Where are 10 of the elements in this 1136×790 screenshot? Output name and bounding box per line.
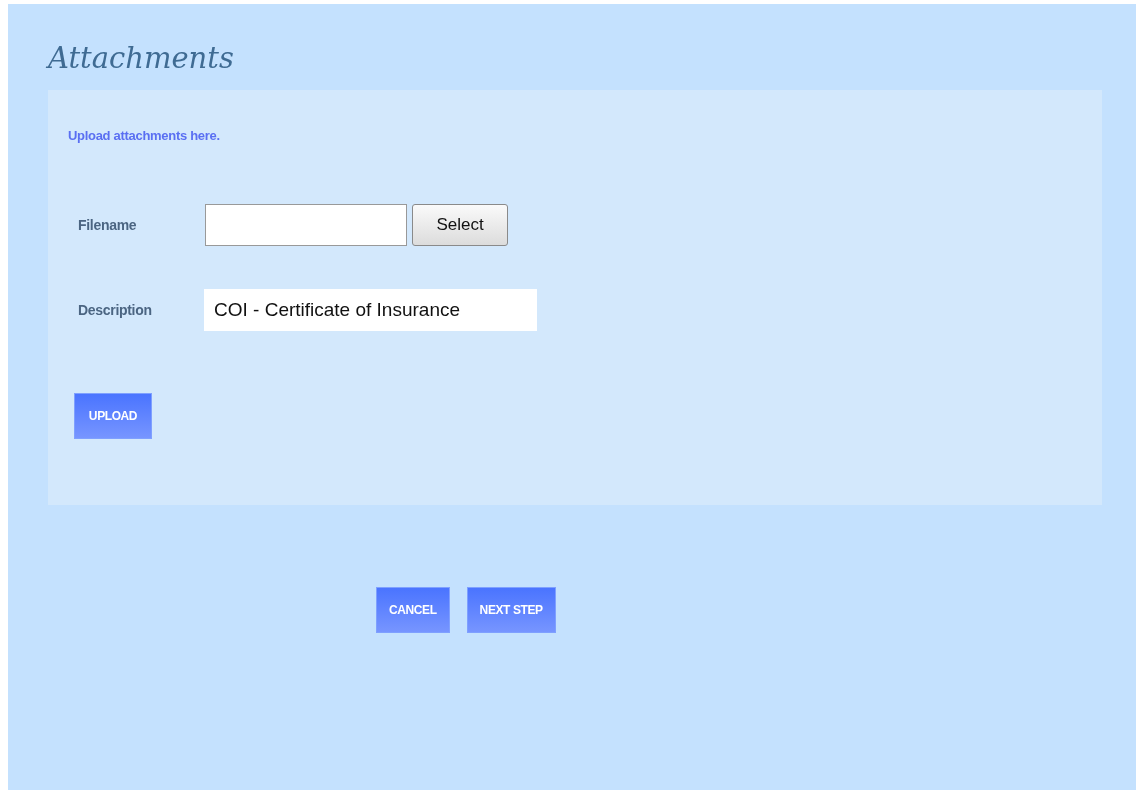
cancel-button[interactable]: CANCEL [376, 587, 450, 633]
page-title: Attachments [48, 40, 235, 77]
field-label: Description [77, 301, 153, 318]
description-field[interactable]: COI - Certificate of Insurance [204, 288, 537, 331]
select-button[interactable]: Select [412, 203, 508, 246]
intro-text: Upload attachments here. [68, 128, 221, 143]
upload-button[interactable]: UPLOAD [74, 393, 152, 439]
filename-field[interactable] [205, 203, 407, 246]
next-step-button[interactable]: NEXT STEP [466, 587, 556, 633]
field-label: Filename [77, 216, 138, 233]
